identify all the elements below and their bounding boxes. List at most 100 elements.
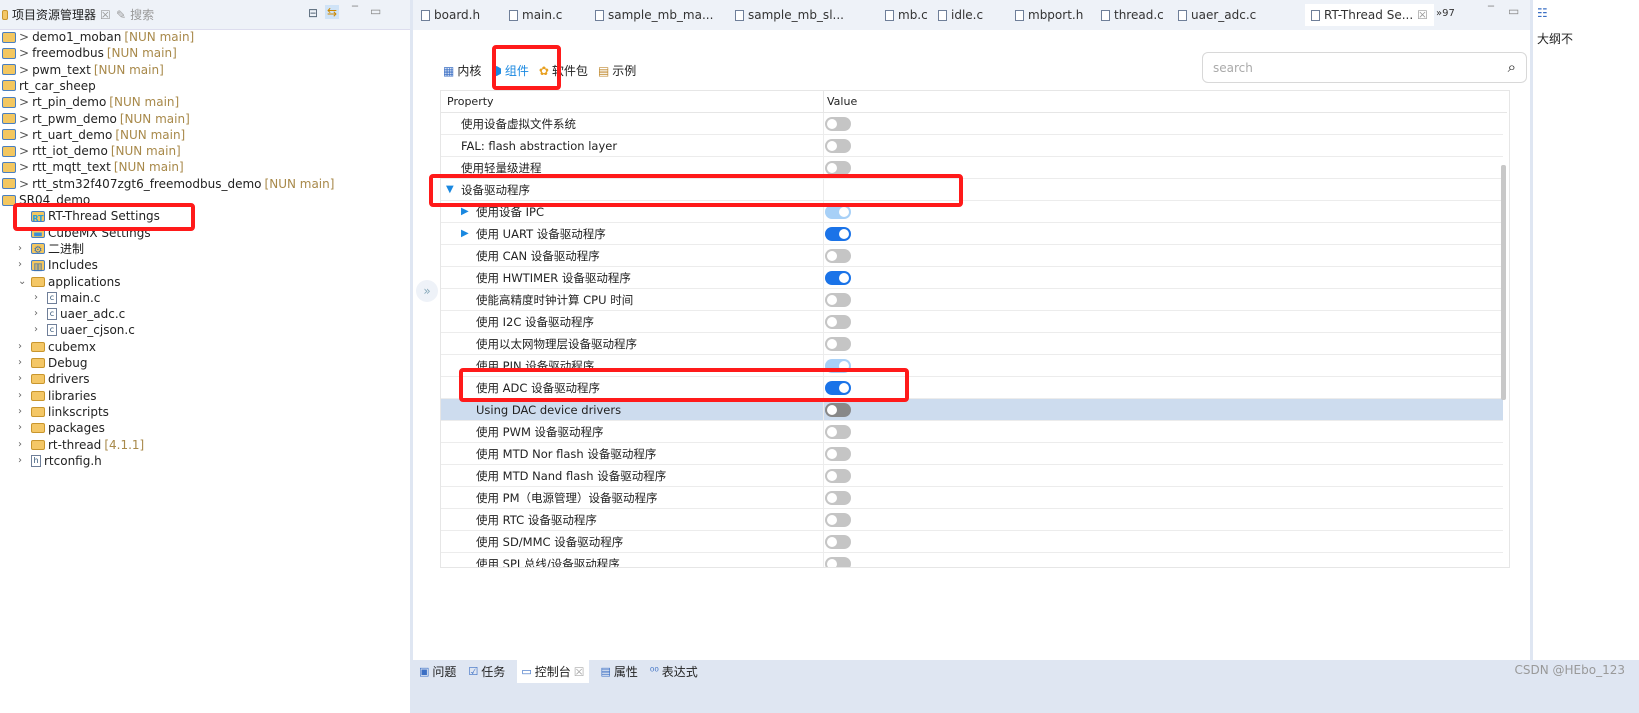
table-row[interactable]: Using DAC device drivers — [441, 399, 1503, 421]
table-row[interactable]: 使用 MTD Nor flash 设备驱动程序 — [441, 443, 1503, 465]
expand-arrow-icon[interactable]: > — [19, 159, 29, 175]
toggle-switch[interactable] — [825, 425, 851, 439]
scrollbar[interactable] — [1501, 165, 1506, 400]
tab-search[interactable]: ✎ 搜索 — [116, 6, 154, 23]
tree-item[interactable]: > rtt_stm32f407zgt6_freemodbus_demo [NUN m… — [2, 176, 334, 192]
expand-arrow-icon[interactable]: › — [18, 241, 28, 257]
maximize-icon[interactable]: ▭ — [1508, 4, 1519, 18]
table-row[interactable]: ▶ 使用 UART 设备驱动程序 — [441, 223, 1503, 245]
toggle-switch[interactable] — [825, 161, 851, 175]
expand-arrow-icon[interactable]: › — [18, 257, 28, 273]
table-row[interactable]: 使用 HWTIMER 设备驱动程序 — [441, 267, 1503, 289]
table-row[interactable]: 使用设备虚拟文件系统 — [441, 113, 1503, 135]
tree-item[interactable]: ⌄ applications — [18, 274, 120, 290]
toggle-switch[interactable] — [825, 293, 851, 307]
toggle-switch[interactable] — [825, 403, 851, 417]
tree-item[interactable]: > rt_pwm_demo [NUN main] — [2, 111, 190, 127]
expand-arrow-icon[interactable]: › — [18, 371, 28, 387]
table-row[interactable]: 使用 MTD Nand flash 设备驱动程序 — [441, 465, 1503, 487]
expand-arrow-icon[interactable]: > — [19, 45, 29, 61]
editor-tab[interactable]: thread.c — [1101, 8, 1164, 22]
table-row[interactable]: 使用 PM（电源管理）设备驱动程序 — [441, 487, 1503, 509]
expand-arrow-icon[interactable]: > — [19, 29, 29, 45]
editor-tab[interactable]: sample_mb_sl... — [735, 8, 844, 22]
expand-arrow-icon[interactable]: > — [19, 111, 29, 127]
table-row[interactable]: 使用 SPI 总线/设备驱动程序 — [441, 553, 1503, 567]
expand-arrow-icon[interactable]: › — [18, 453, 28, 469]
more-tabs-button[interactable]: »97 — [1436, 8, 1455, 19]
tree-item[interactable]: > rt_uart_demo [NUN main] — [2, 127, 185, 143]
tree-item[interactable]: > rtt_mqtt_text [NUN main] — [2, 159, 184, 175]
bottom-tab[interactable]: ▭ 控制台 ☒ — [517, 660, 589, 683]
expand-arrow-icon[interactable]: ⌄ — [18, 274, 28, 290]
minimize-icon[interactable]: ‾ — [352, 4, 358, 18]
link-editor-icon[interactable]: ⇆ — [325, 5, 340, 19]
collapse-all-icon[interactable]: ⊟ — [308, 6, 318, 20]
toggle-switch[interactable] — [825, 447, 851, 461]
minimize-icon[interactable]: ‾ — [1488, 4, 1494, 18]
caret-right-icon[interactable]: ▶ — [461, 223, 469, 245]
toggle-switch[interactable] — [825, 271, 851, 285]
tree-item[interactable]: > freemodbus [NUN main] — [2, 45, 177, 61]
tree-item[interactable]: › c uaer_adc.c — [34, 306, 125, 322]
toggle-switch[interactable] — [825, 491, 851, 505]
expand-arrow-icon[interactable]: > — [19, 127, 29, 143]
toggle-switch[interactable] — [825, 557, 851, 567]
editor-tab[interactable]: main.c — [509, 8, 562, 22]
expand-arrow-icon[interactable]: > — [19, 94, 29, 110]
toggle-switch[interactable] — [825, 337, 851, 351]
tree-item[interactable]: > rt_pin_demo [NUN main] — [2, 94, 179, 110]
close-icon[interactable]: ☒ — [1417, 8, 1428, 22]
table-row[interactable]: 使能高精度时钟计算 CPU 时间 — [441, 289, 1503, 311]
toggle-switch[interactable] — [825, 117, 851, 131]
editor-tab[interactable]: mbport.h — [1015, 8, 1083, 22]
tree-item[interactable]: > rtt_iot_demo [NUN main] — [2, 143, 181, 159]
tab-kernel[interactable]: ▦ 内核 — [443, 62, 481, 79]
expand-arrow-icon[interactable]: › — [18, 355, 28, 371]
tree-item[interactable]: > demo1_moban [NUN main] — [2, 29, 194, 45]
table-row[interactable]: 使用以太网物理层设备驱动程序 — [441, 333, 1503, 355]
table-row[interactable]: 使用 PWM 设备驱动程序 — [441, 421, 1503, 443]
bottom-tab[interactable]: ☑ 任务 — [468, 663, 505, 680]
expand-arrow-icon[interactable]: › — [18, 420, 28, 436]
tree-item[interactable]: › h rtconfig.h — [18, 453, 102, 469]
tree-item[interactable]: › cubemx — [18, 339, 96, 355]
toggle-switch[interactable] — [825, 535, 851, 549]
expand-arrow-icon[interactable]: › — [18, 339, 28, 355]
tree-item[interactable]: › libraries — [18, 388, 96, 404]
close-icon[interactable]: ☒ — [100, 8, 111, 22]
tree-item[interactable]: › Debug — [18, 355, 87, 371]
tree-item[interactable]: › drivers — [18, 371, 90, 387]
tab-examples[interactable]: ▤ 示例 — [598, 62, 636, 79]
tree-item[interactable]: > pwm_text [NUN main] — [2, 62, 164, 78]
expand-arrow-icon[interactable]: > — [19, 176, 29, 192]
tree-item[interactable]: › ▥ Includes — [18, 257, 98, 273]
expand-arrow-icon[interactable]: › — [34, 290, 44, 306]
editor-tab[interactable]: board.h — [421, 8, 480, 22]
bottom-tab[interactable]: ⁰⁰ 表达式 — [650, 663, 698, 680]
editor-tab[interactable]: uaer_adc.c — [1178, 8, 1256, 22]
tree-item[interactable]: › packages — [18, 420, 105, 436]
editor-tab[interactable]: idle.c — [938, 8, 983, 22]
editor-tab[interactable]: RT-Thread Se... ☒ — [1305, 4, 1434, 26]
expand-arrow-icon[interactable]: › — [18, 437, 28, 453]
table-row[interactable]: 使用 I2C 设备驱动程序 — [441, 311, 1503, 333]
expand-panel-icon[interactable]: » — [416, 280, 438, 302]
tree-item[interactable]: › linkscripts — [18, 404, 109, 420]
expand-arrow-icon[interactable]: › — [34, 322, 44, 338]
toggle-switch[interactable] — [825, 315, 851, 329]
toggle-switch[interactable] — [825, 249, 851, 263]
toggle-switch[interactable] — [825, 139, 851, 153]
toggle-switch[interactable] — [825, 513, 851, 527]
tree-item[interactable]: rt_car_sheep — [2, 78, 96, 94]
expand-arrow-icon[interactable]: › — [18, 404, 28, 420]
table-row[interactable]: 使用 RTC 设备驱动程序 — [441, 509, 1503, 531]
table-row[interactable]: FAL: flash abstraction layer — [441, 135, 1503, 157]
tree-item[interactable]: › ⚙ 二进制 — [18, 241, 84, 257]
table-row[interactable]: 使用 CAN 设备驱动程序 — [441, 245, 1503, 267]
maximize-icon[interactable]: ▭ — [370, 4, 381, 18]
close-icon[interactable]: ☒ — [574, 665, 585, 679]
editor-tab[interactable]: mb.c — [885, 8, 928, 22]
expand-arrow-icon[interactable]: › — [34, 306, 44, 322]
tab-project-explorer[interactable]: 项目资源管理器 ☒ — [2, 6, 111, 23]
